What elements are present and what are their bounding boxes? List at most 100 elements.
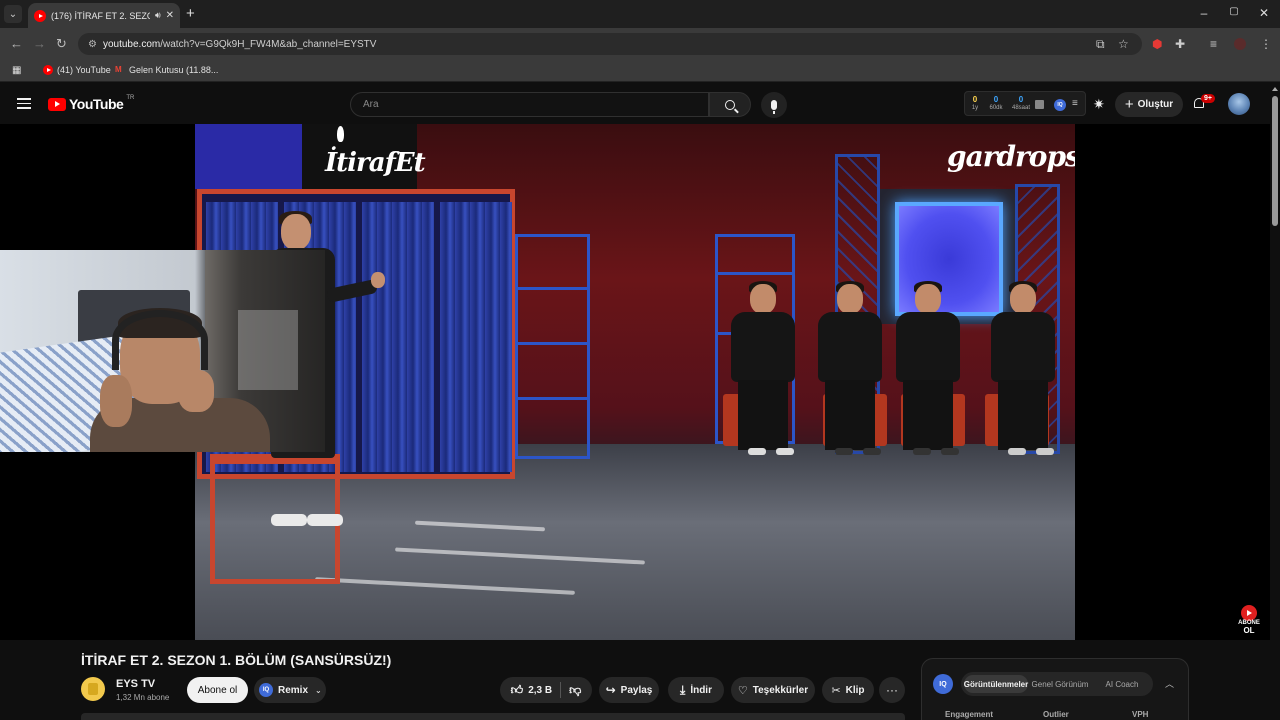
- bookmark-youtube[interactable]: (41) YouTube: [43, 65, 111, 75]
- tab-ai-coach[interactable]: AI Coach: [1095, 675, 1149, 693]
- stat-value: 0: [993, 95, 999, 104]
- extensions-puzzle-icon[interactable]: ✚: [1175, 37, 1185, 51]
- media-controls-icon[interactable]: ≡: [1210, 37, 1217, 51]
- microphone-icon: [771, 100, 777, 114]
- channel-name[interactable]: EYS TV: [116, 678, 155, 690]
- subscribe-watermark[interactable]: ABONE OL: [1234, 605, 1264, 637]
- bookmark-star-icon[interactable]: ☆: [1118, 37, 1129, 51]
- chevron-down-icon: ⌄: [315, 685, 322, 695]
- shelf-board: [518, 342, 587, 345]
- thanks-label: Teşekkürler: [752, 684, 809, 696]
- notification-count-badge: 9+: [1201, 94, 1215, 103]
- minimize-window-button[interactable]: –: [1194, 6, 1214, 20]
- tab-title: (176) İTİRAF ET 2. SEZON 1.: [51, 10, 150, 21]
- thumbs-up-icon[interactable]: 👍︎: [511, 683, 524, 698]
- voice-search-button[interactable]: [761, 92, 787, 118]
- thanks-button[interactable]: ♡ Teşekkürler: [731, 677, 815, 703]
- page-scrollbar[interactable]: [1270, 84, 1280, 720]
- download-label: İndir: [690, 684, 712, 696]
- scroll-thumb[interactable]: [1272, 96, 1278, 226]
- stat-48saat: 0 48saat: [1009, 95, 1033, 113]
- video-player[interactable]: İtirafEt gardrops ABONE OL: [0, 124, 1270, 640]
- logo-wordmark: YouTube: [69, 96, 124, 112]
- apps-grid-icon[interactable]: ▦: [12, 65, 21, 76]
- create-label: Oluştur: [1137, 99, 1174, 110]
- webcam-person-hand: [178, 370, 214, 412]
- youtube-favicon-icon: [34, 9, 46, 22]
- vidiq-badge: IQ: [259, 683, 273, 697]
- tab-overview[interactable]: Genel Görünüm: [1029, 675, 1091, 693]
- scissors-icon: ✂: [831, 684, 841, 697]
- like-dislike-group: 👍︎ 2,3 B 👎︎: [500, 677, 592, 703]
- column-outlier: Outlier: [1043, 710, 1069, 719]
- stat-value: 0: [1018, 95, 1024, 104]
- tab-views[interactable]: Görüntülenmeler: [964, 675, 1028, 693]
- maximize-window-button[interactable]: ▢: [1224, 6, 1244, 17]
- video-frame: İtirafEt gardrops: [195, 124, 1075, 640]
- download-icon: ⤓: [680, 682, 686, 697]
- bookmark-label: (41) YouTube: [57, 65, 111, 75]
- remix-button[interactable]: IQ Remix ⌄: [254, 677, 326, 703]
- forward-arrow-icon[interactable]: →: [33, 36, 46, 51]
- tab-close-icon[interactable]: ✕: [166, 10, 174, 21]
- address-bar[interactable]: ⚙︎ youtube.com/watch?v=G9Qk9H_FW4M&ab_ch…: [78, 33, 1142, 55]
- more-actions-button[interactable]: ···: [879, 677, 905, 703]
- account-avatar[interactable]: [1228, 93, 1250, 115]
- chrome-menu-icon[interactable]: ⋮: [1260, 37, 1272, 51]
- new-tab-button[interactable]: +: [186, 5, 195, 22]
- subscriber-count: 1,32 Mn abone: [116, 693, 170, 702]
- vidiq-panel: IQ Görüntülenmeler Genel Görünüm AI Coac…: [921, 658, 1189, 720]
- browser-tab-bar: ⌄ (176) İTİRAF ET 2. SEZON 1. 🔊︎ ✕ + – ▢…: [0, 0, 1280, 28]
- share-button[interactable]: ↪ Paylaş: [599, 677, 659, 703]
- channel-avatar[interactable]: [81, 677, 105, 701]
- reload-icon[interactable]: ↻: [56, 36, 67, 52]
- webcam-shelf: [238, 310, 298, 390]
- bookmark-label: Gelen Kutusu (11.88...: [129, 65, 219, 75]
- prop-shelf: [515, 234, 590, 459]
- clip-button[interactable]: ✂ Klip: [822, 677, 874, 703]
- thumbs-down-icon[interactable]: 👎︎: [569, 683, 581, 698]
- tab-search-chevron-icon[interactable]: ⌄: [4, 5, 22, 23]
- webcam-overlay: [0, 250, 325, 452]
- site-settings-icon[interactable]: ⚙︎: [88, 39, 97, 50]
- search-button[interactable]: [709, 92, 751, 117]
- bookmark-gmail[interactable]: M Gelen Kutusu (11.88...: [115, 65, 218, 75]
- divider: [560, 682, 562, 698]
- audio-playing-icon[interactable]: 🔊︎: [155, 10, 161, 21]
- profile-avatar-icon[interactable]: [1234, 38, 1246, 50]
- back-arrow-icon[interactable]: ←: [10, 36, 23, 51]
- stat-value: 0: [972, 95, 978, 104]
- shelf-board: [718, 272, 792, 275]
- youtube-logo[interactable]: YouTube TR: [48, 95, 135, 112]
- url-path: /watch?v=G9Qk9H_FW4M&ab_channel=EYSTV: [160, 38, 377, 50]
- extension-shield-icon[interactable]: ⬢: [1152, 37, 1162, 51]
- headset-icon: [112, 310, 208, 370]
- subscribe-button[interactable]: Abone ol: [187, 677, 248, 703]
- scroll-up-arrow-icon[interactable]: [1272, 87, 1278, 91]
- vidiq-badge[interactable]: IQ: [1054, 99, 1066, 111]
- clip-label: Klip: [845, 684, 865, 696]
- webcam-person-hand: [100, 375, 132, 427]
- search-icon: [725, 99, 735, 110]
- stat-label: 60dk: [989, 105, 1003, 111]
- download-button[interactable]: ⤓ İndir: [668, 677, 724, 703]
- chevron-up-icon[interactable]: ︿: [1165, 677, 1174, 690]
- create-button[interactable]: + Oluştur: [1115, 92, 1183, 117]
- video-title: İTİRAF ET 2. SEZON 1. BÖLÜM (SANSÜRSÜZ!): [81, 652, 392, 668]
- country-code: TR: [126, 95, 135, 101]
- description-box[interactable]: [81, 713, 905, 720]
- grid-icon[interactable]: [1035, 100, 1044, 109]
- list-icon[interactable]: ≡: [1072, 98, 1078, 109]
- hamburger-menu-icon[interactable]: [17, 98, 31, 109]
- share-label: Paylaş: [620, 684, 653, 696]
- close-window-button[interactable]: ✕: [1254, 6, 1274, 20]
- like-count[interactable]: 2,3 B: [528, 685, 552, 696]
- share-arrow-icon: ↪: [605, 683, 616, 697]
- ai-sparkle-icon[interactable]: ✷: [1093, 96, 1105, 113]
- browser-tab-active[interactable]: (176) İTİRAF ET 2. SEZON 1. 🔊︎ ✕: [28, 3, 180, 28]
- shelf-board: [518, 397, 587, 400]
- column-engagement: Engagement: [945, 710, 994, 719]
- vidiq-stats-widget[interactable]: 0 1y 0 60dk 0 48saat IQ ≡: [964, 91, 1086, 116]
- install-app-icon[interactable]: ⧉: [1096, 37, 1105, 52]
- search-input[interactable]: Ara: [350, 92, 709, 117]
